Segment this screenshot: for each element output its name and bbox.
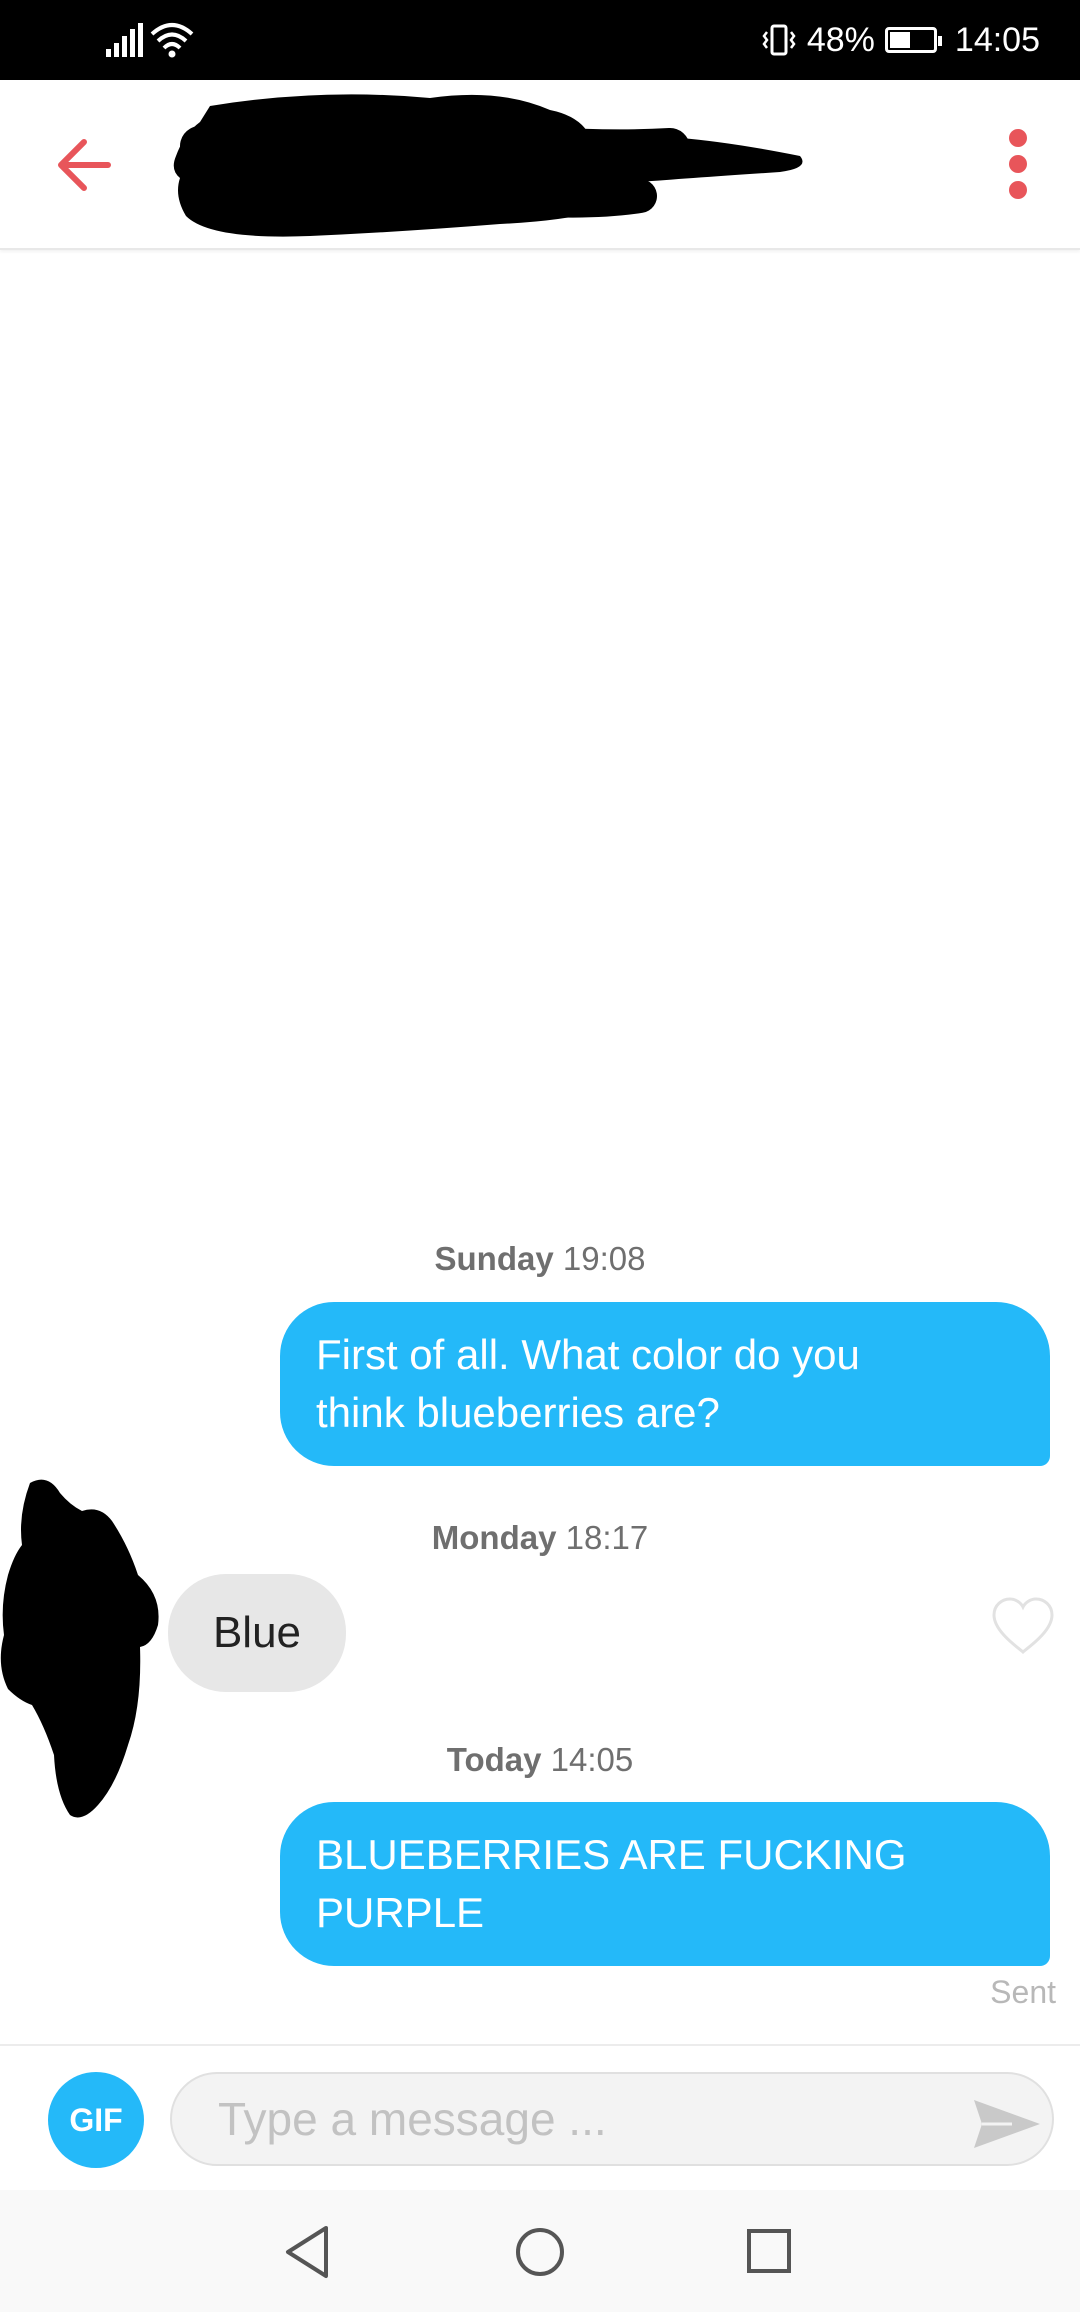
battery-percent: 48% bbox=[806, 20, 875, 59]
status-left bbox=[104, 18, 194, 62]
more-options-icon[interactable] bbox=[988, 124, 1048, 204]
status-bar: 48% 14:05 bbox=[0, 0, 1080, 80]
timestamp-day: Monday bbox=[431, 1519, 557, 1556]
message-line: think blueberries are? bbox=[316, 1389, 720, 1436]
redacted-contact-name bbox=[173, 94, 803, 237]
message-composer: GIF bbox=[0, 2044, 1080, 2192]
message-input[interactable] bbox=[170, 2072, 1054, 2166]
message-line: PURPLE bbox=[316, 1889, 485, 1936]
gif-button[interactable]: GIF bbox=[48, 2072, 144, 2168]
battery-fill bbox=[889, 32, 910, 48]
message-text: Blue bbox=[212, 1608, 302, 1657]
outgoing-message-bubble[interactable]: BLUEBERRIES ARE FUCKING PURPLE bbox=[280, 1802, 1050, 1966]
message-line: BLUEBERRIES ARE FUCKING bbox=[316, 1831, 907, 1878]
send-icon[interactable] bbox=[972, 2096, 1042, 2152]
chat-header bbox=[0, 80, 1080, 250]
like-heart-icon[interactable] bbox=[990, 1596, 1056, 1656]
incoming-message-bubble[interactable]: Blue bbox=[168, 1574, 346, 1692]
outgoing-message-bubble[interactable]: First of all. What color do you think bl… bbox=[280, 1302, 1050, 1466]
timestamp-day: Sunday bbox=[434, 1240, 554, 1277]
recents-square-icon[interactable] bbox=[746, 2228, 792, 2274]
status-right: 48% 14:05 bbox=[761, 16, 1040, 64]
timestamp-time: 18:17 bbox=[565, 1519, 649, 1556]
back-triangle-icon[interactable] bbox=[282, 2224, 332, 2280]
timestamp-time: 19:08 bbox=[562, 1240, 646, 1277]
message-line: First of all. What color do you bbox=[316, 1331, 860, 1378]
delivery-status: Sent bbox=[990, 1974, 1056, 2010]
system-navigation-bar bbox=[0, 2190, 1080, 2312]
status-time: 14:05 bbox=[954, 20, 1040, 59]
timestamp: Today 14:05 bbox=[0, 1741, 1080, 1779]
timestamp: Sunday 19:08 bbox=[0, 1240, 1080, 1278]
home-circle-icon[interactable] bbox=[514, 2226, 566, 2278]
battery-icon bbox=[884, 27, 942, 53]
wifi-icon bbox=[150, 23, 194, 58]
back-arrow-icon[interactable] bbox=[50, 130, 120, 200]
timestamp-day: Today bbox=[446, 1741, 542, 1778]
timestamp-time: 14:05 bbox=[550, 1741, 634, 1778]
vibrate-icon bbox=[762, 24, 796, 56]
signal-icon bbox=[106, 23, 143, 57]
